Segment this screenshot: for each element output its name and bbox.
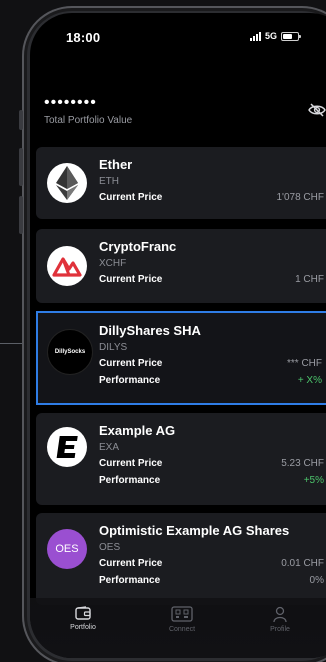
qr-scan-icon: [171, 606, 193, 622]
portfolio-header: •••••••• Total Portfolio Value: [44, 95, 326, 139]
asset-symbol: DILYS: [99, 342, 128, 353]
current-price-value: 1'078 CHF: [276, 192, 325, 203]
asset-card-dillyshares[interactable]: DillySocks DillyShares SHA DILYS Current…: [36, 311, 326, 405]
asset-name: DillyShares SHA: [99, 323, 201, 338]
asset-symbol: XCHF: [99, 258, 127, 269]
nav-portfolio[interactable]: Portfolio: [48, 606, 118, 631]
total-value-masked: ••••••••: [44, 94, 97, 111]
performance-value: +5%: [303, 475, 324, 486]
bottom-nav: Portfolio Connect Profile: [30, 598, 326, 658]
performance-value: + X%: [297, 375, 322, 386]
asset-name: Example AG: [99, 423, 176, 438]
person-icon: [273, 606, 287, 622]
phone-screen: 18:00 5G •••••••• Total Portfolio Value: [30, 13, 326, 658]
asset-card-ether[interactable]: Ether ETH Current Price 1'078 CHF: [36, 147, 326, 219]
dillysocks-logo: DillySocks: [47, 329, 93, 375]
cryptofranc-icon: [47, 246, 87, 286]
nav-label: Connect: [168, 626, 196, 633]
asset-symbol: ETH: [99, 176, 119, 187]
asset-card-example-ag[interactable]: Example AG EXA Current Price 5.23 CHF Pe…: [36, 413, 326, 505]
oes-logo: OES: [47, 529, 87, 569]
performance-label: Performance: [99, 575, 161, 586]
nav-connect[interactable]: Connect: [147, 606, 217, 633]
asset-symbol: EXA: [99, 442, 120, 453]
asset-name: Optimistic Example AG Shares: [99, 523, 290, 538]
current-price-value: 0.01 CHF: [281, 558, 324, 569]
asset-name: Ether: [99, 157, 133, 172]
current-price-label: Current Price: [99, 558, 163, 569]
performance-value: 0%: [309, 575, 324, 586]
current-price-value: 1 CHF: [295, 274, 324, 285]
asset-card-cryptofranc[interactable]: CryptoFranc XCHF Current Price 1 CHF: [36, 229, 326, 303]
current-price-label: Current Price: [99, 458, 163, 469]
current-price-label: Current Price: [99, 192, 163, 203]
performance-label: Performance: [99, 375, 161, 386]
nav-label: Portfolio: [70, 624, 96, 631]
ethereum-icon: [47, 163, 87, 203]
nav-label: Profile: [270, 626, 290, 633]
stage: 18:00 5G •••••••• Total Portfolio Value: [0, 0, 326, 662]
signal-icon: [250, 31, 261, 41]
dillysocks-logo-text: DillySocks: [54, 349, 86, 355]
total-portfolio-label: Total Portfolio Value: [44, 115, 133, 126]
asset-name: CryptoFranc: [99, 239, 177, 254]
nav-profile[interactable]: Profile: [245, 606, 315, 633]
current-price-label: Current Price: [99, 274, 163, 285]
asset-symbol: OES: [99, 542, 121, 553]
status-bar: 18:00 5G: [30, 13, 326, 59]
phone-button: [19, 196, 23, 234]
current-price-value: *** CHF: [286, 358, 322, 369]
battery-icon: [281, 31, 302, 41]
asset-card-oes[interactable]: OES Optimistic Example AG Shares OES Cur…: [36, 513, 326, 605]
status-icons: 5G: [250, 31, 302, 41]
status-time: 18:00: [66, 30, 101, 45]
eye-off-icon[interactable]: [308, 103, 326, 117]
current-price-value: 5.23 CHF: [281, 458, 324, 469]
performance-label: Performance: [99, 475, 161, 486]
network-type: 5G: [265, 31, 278, 41]
wallet-icon: [75, 606, 91, 620]
oes-logo-text: OES: [55, 543, 79, 555]
example-ag-icon: [47, 427, 87, 467]
phone-button: [19, 148, 23, 186]
current-price-label: Current Price: [99, 358, 163, 369]
phone-button: [19, 110, 23, 130]
